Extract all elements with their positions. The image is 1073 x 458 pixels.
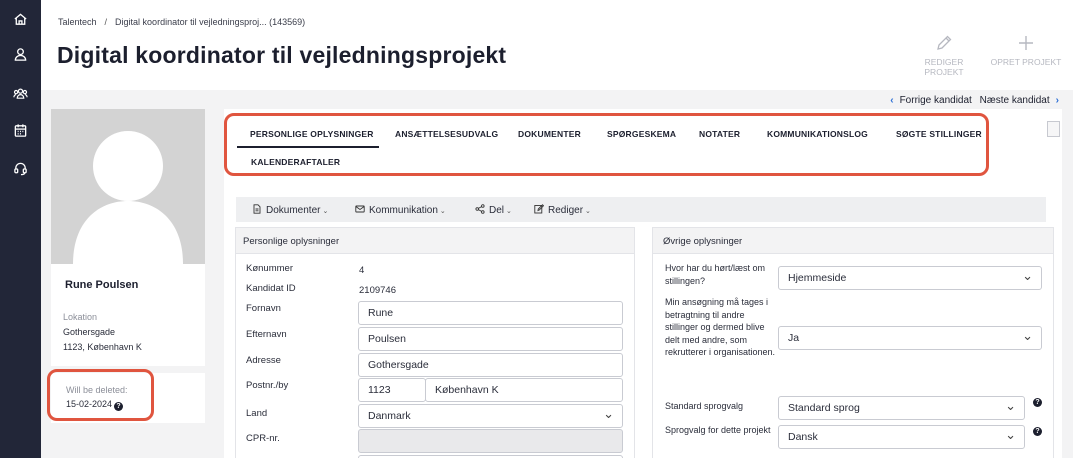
heard-about-label: Hvor har du hørt/læst om stillingen? (665, 263, 766, 286)
default-language-select[interactable]: Standard sprog (778, 396, 1025, 420)
other-info-title: Øvrige oplysninger (653, 228, 1053, 254)
edit-menu-label: Rediger (548, 205, 584, 216)
envelope-icon (355, 205, 365, 213)
page-title: Digital koordinator til vejledningsproje… (57, 42, 507, 68)
country-label: Land (246, 408, 268, 419)
project-language-select[interactable]: Dansk (778, 425, 1025, 449)
action-toolbar: Dokumenter ⌄ Kommunikation ⌄ Del ⌄ Rediger ⌄ (236, 197, 1046, 222)
last-name-label: Efternavn (246, 329, 287, 340)
edit-menu-button[interactable]: Rediger ⌄ (534, 204, 591, 216)
plus-icon (1019, 36, 1033, 50)
personal-info-title: Personlige oplysninger (236, 228, 634, 254)
avatar-placeholder-icon (73, 131, 183, 264)
documents-menu-button[interactable]: Dokumenter ⌄ (252, 204, 328, 216)
first-name-label: Fornavn (246, 303, 281, 314)
chevron-left-icon[interactable]: ‹ (890, 95, 893, 106)
chevron-down-icon: ⌄ (322, 208, 329, 215)
help-icon[interactable]: ? (1033, 427, 1042, 436)
share-menu-button[interactable]: Del ⌄ (475, 204, 512, 216)
last-name-field[interactable]: Poulsen (358, 327, 623, 351)
chevron-down-icon: ⌄ (439, 208, 446, 215)
left-nav-rail (0, 0, 41, 458)
candidate-id-label: Kandidat ID (246, 283, 296, 294)
candidate-name: Rune Poulsen (65, 279, 139, 291)
communication-menu-button[interactable]: Kommunikation ⌄ (355, 204, 446, 216)
project-language-label: Sprogvalg for dette projekt (665, 425, 771, 435)
create-project-button[interactable]: OPRET PROJEKT (986, 34, 1066, 67)
tabs-highlight-outline (224, 113, 989, 176)
share-consent-label: Min ansøgning må tages i betragtning til… (665, 297, 776, 357)
cpr-field (358, 429, 623, 453)
pencil-icon (937, 35, 952, 50)
users-group-icon[interactable] (13, 86, 28, 101)
chevron-down-icon: ⌄ (506, 208, 512, 215)
address-field[interactable]: Gothersgade (358, 353, 623, 377)
zip-code-field[interactable]: 1123 (358, 378, 426, 402)
location-street: Gothersgade (63, 327, 116, 337)
share-icon (475, 204, 485, 214)
documents-menu-label: Dokumenter (266, 205, 321, 216)
city-field[interactable]: København K (425, 378, 623, 402)
share-menu-label: Del (489, 205, 505, 216)
create-project-label: OPRET PROJEKT (990, 57, 1062, 67)
next-candidate-link[interactable]: Næste kandidat (980, 95, 1050, 106)
breadcrumb-root[interactable]: Talentech (58, 17, 97, 27)
candidate-navigation: ‹ Forrige kandidat Næste kandidat › (884, 95, 1065, 106)
candidate-id-value: 2109746 (359, 285, 396, 296)
page-header: Talentech / Digital koordinator til vejled… (41, 0, 1073, 90)
location-city: 1123, København K (63, 342, 142, 352)
chevron-down-icon: ⌄ (585, 208, 591, 215)
chevron-right-icon[interactable]: › (1056, 95, 1059, 106)
cpr-label: CPR-nr. (246, 433, 280, 444)
avatar (51, 109, 205, 264)
breadcrumb-current: Digital koordinator til vejledningsproj.… (115, 17, 306, 27)
location-label: Lokation (63, 312, 98, 322)
document-icon (253, 204, 261, 214)
first-name-field[interactable]: Rune (358, 301, 623, 325)
home-icon[interactable] (13, 12, 28, 27)
breadcrumb: Talentech / Digital koordinator til vejled… (58, 17, 305, 27)
share-consent-select[interactable]: Ja (778, 326, 1042, 350)
gender-label: Kønummer (246, 263, 293, 274)
default-language-label: Standard sprogvalg (665, 401, 744, 411)
edit-icon (534, 204, 545, 214)
edit-project-button[interactable]: REDIGER PROJEKT (904, 34, 984, 77)
contact-card-icon[interactable] (1047, 121, 1060, 137)
breadcrumb-separator: / (104, 17, 108, 27)
support-headset-icon[interactable] (13, 161, 28, 176)
previous-candidate-link[interactable]: Forrige kandidat (900, 95, 972, 106)
address-label: Adresse (246, 355, 281, 366)
zip-city-label: Postnr./by (246, 380, 289, 391)
country-select[interactable]: Danmark (358, 404, 623, 428)
gender-value: 4 (359, 265, 365, 276)
candidate-profile-card: Rune Poulsen Lokation Gothersgade 1123, … (51, 109, 205, 366)
user-icon[interactable] (13, 47, 28, 62)
calendar-icon[interactable] (13, 123, 28, 138)
communication-menu-label: Kommunikation (369, 205, 438, 216)
heard-about-select[interactable]: Hjemmeside (778, 266, 1042, 290)
deletion-highlight-outline (47, 369, 154, 421)
edit-project-label: REDIGER PROJEKT (924, 57, 964, 77)
help-icon[interactable]: ? (1033, 398, 1042, 407)
